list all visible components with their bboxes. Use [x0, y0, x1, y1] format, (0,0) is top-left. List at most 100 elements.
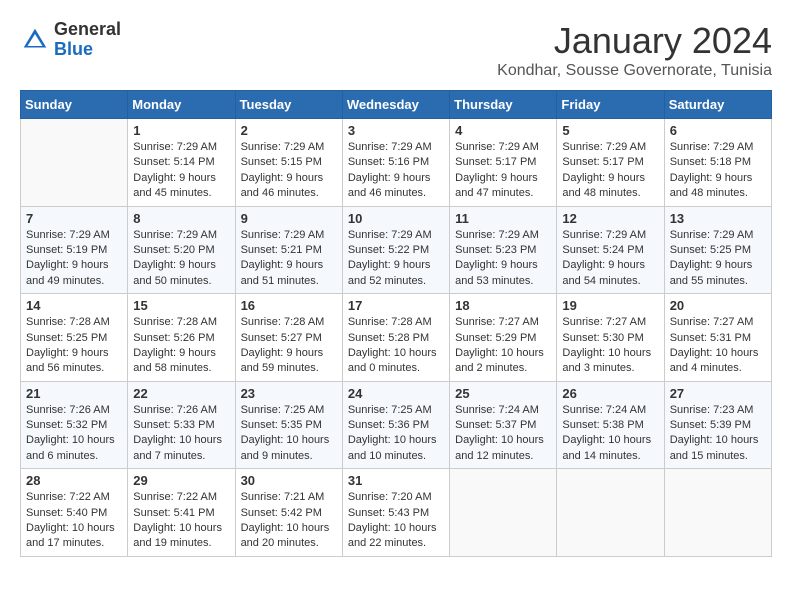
weekday-wednesday: Wednesday	[342, 91, 449, 119]
day-info-line: Sunset: 5:32 PM	[26, 418, 122, 433]
day-info-line: Sunrise: 7:29 AM	[348, 228, 444, 243]
day-number: 23	[241, 386, 337, 401]
day-info-line: Sunrise: 7:28 AM	[241, 315, 337, 330]
day-info-line: and 47 minutes.	[455, 186, 551, 201]
day-number: 29	[133, 473, 229, 488]
day-info-line: and 55 minutes.	[670, 274, 766, 289]
day-info-line: Daylight: 10 hours	[241, 521, 337, 536]
day-info-line: Sunrise: 7:25 AM	[348, 403, 444, 418]
day-info-line: Daylight: 10 hours	[562, 346, 658, 361]
day-info-line: and 48 minutes.	[670, 186, 766, 201]
day-info-line: Sunrise: 7:23 AM	[670, 403, 766, 418]
day-info-line: Sunset: 5:19 PM	[26, 243, 122, 258]
day-info-line: Sunset: 5:17 PM	[455, 155, 551, 170]
calendar-cell: 29Sunrise: 7:22 AMSunset: 5:41 PMDayligh…	[128, 469, 235, 557]
day-info-line: and 51 minutes.	[241, 274, 337, 289]
page-header: General Blue January 2024 Kondhar, Souss…	[20, 20, 772, 80]
day-info-line: Sunset: 5:43 PM	[348, 506, 444, 521]
day-number: 21	[26, 386, 122, 401]
calendar-week-1: 1Sunrise: 7:29 AMSunset: 5:14 PMDaylight…	[21, 119, 772, 207]
day-info-line: Daylight: 9 hours	[133, 258, 229, 273]
day-info-line: and 56 minutes.	[26, 361, 122, 376]
day-info-line: and 54 minutes.	[562, 274, 658, 289]
day-info-line: Daylight: 9 hours	[133, 171, 229, 186]
calendar-week-2: 7 Sunrise: 7:29 AM Sunset: 5:19 PM Daylight…	[21, 206, 772, 294]
day-info-line: Daylight: 10 hours	[455, 433, 551, 448]
day-info-line: Sunset: 5:21 PM	[241, 243, 337, 258]
day-info-line: Sunset: 5:39 PM	[670, 418, 766, 433]
day-info-line: and 46 minutes.	[241, 186, 337, 201]
day-info-line: Sunrise: 7:25 AM	[241, 403, 337, 418]
day-info-line: and 19 minutes.	[133, 536, 229, 551]
day-info-line: Sunrise: 7:29 AM	[455, 228, 551, 243]
weekday-tuesday: Tuesday	[235, 91, 342, 119]
day-info-line: Daylight: 10 hours	[26, 521, 122, 536]
day-number: 7	[26, 211, 122, 226]
month-title: January 2024	[497, 20, 772, 62]
day-info-line: and 2 minutes.	[455, 361, 551, 376]
day-info-line: Sunset: 5:24 PM	[562, 243, 658, 258]
day-info-line: Sunrise: 7:29 AM	[455, 140, 551, 155]
day-info-line: Sunset: 5:16 PM	[348, 155, 444, 170]
day-info-line: Daylight: 10 hours	[348, 346, 444, 361]
day-info-line: Daylight: 10 hours	[26, 433, 122, 448]
day-number: 15	[133, 298, 229, 313]
weekday-friday: Friday	[557, 91, 664, 119]
day-info-line: Daylight: 10 hours	[562, 433, 658, 448]
day-info-line: Sunrise: 7:29 AM	[133, 140, 229, 155]
day-info-line: Sunset: 5:29 PM	[455, 331, 551, 346]
day-info-line: Daylight: 10 hours	[670, 346, 766, 361]
day-info-line: Daylight: 10 hours	[133, 521, 229, 536]
day-info-line: Sunset: 5:25 PM	[670, 243, 766, 258]
day-info-line: Sunset: 5:18 PM	[670, 155, 766, 170]
logo-text: General Blue	[54, 20, 121, 60]
calendar-week-5: 28Sunrise: 7:22 AMSunset: 5:40 PMDayligh…	[21, 469, 772, 557]
day-info-line: Sunrise: 7:29 AM	[241, 140, 337, 155]
calendar-cell: 2Sunrise: 7:29 AMSunset: 5:15 PMDaylight…	[235, 119, 342, 207]
day-number: 19	[562, 298, 658, 313]
calendar-week-4: 21Sunrise: 7:26 AMSunset: 5:32 PMDayligh…	[21, 381, 772, 469]
calendar-week-3: 14Sunrise: 7:28 AMSunset: 5:25 PMDayligh…	[21, 294, 772, 382]
day-number: 14	[26, 298, 122, 313]
day-info-line: Daylight: 9 hours	[241, 171, 337, 186]
day-info-line: Daylight: 9 hours	[562, 258, 658, 273]
day-info-line: Daylight: 10 hours	[241, 433, 337, 448]
day-info-line: Daylight: 9 hours	[348, 258, 444, 273]
calendar-body: 1Sunrise: 7:29 AMSunset: 5:14 PMDaylight…	[21, 119, 772, 557]
day-info-line: Sunset: 5:23 PM	[455, 243, 551, 258]
day-info-line: and 7 minutes.	[133, 449, 229, 464]
day-info-line: and 53 minutes.	[455, 274, 551, 289]
day-info-line: Sunrise: 7:22 AM	[133, 490, 229, 505]
day-info-line: Sunset: 5:38 PM	[562, 418, 658, 433]
day-number: 27	[670, 386, 766, 401]
day-number: 8	[133, 211, 229, 226]
day-info-line: and 52 minutes.	[348, 274, 444, 289]
day-info-line: Sunset: 5:15 PM	[241, 155, 337, 170]
day-info-line: Daylight: 9 hours	[670, 171, 766, 186]
day-info-line: and 45 minutes.	[133, 186, 229, 201]
day-info-line: Sunset: 5:40 PM	[26, 506, 122, 521]
day-info-line: Daylight: 9 hours	[348, 171, 444, 186]
weekday-sunday: Sunday	[21, 91, 128, 119]
day-info-line: Daylight: 9 hours	[455, 258, 551, 273]
calendar-cell: 1Sunrise: 7:29 AMSunset: 5:14 PMDaylight…	[128, 119, 235, 207]
calendar-cell	[21, 119, 128, 207]
day-info-line: Sunset: 5:25 PM	[26, 331, 122, 346]
day-info-line: Sunset: 5:27 PM	[241, 331, 337, 346]
day-number: 28	[26, 473, 122, 488]
day-info-line: Sunrise: 7:26 AM	[133, 403, 229, 418]
day-info-line: Daylight: 10 hours	[133, 433, 229, 448]
calendar-cell: 13Sunrise: 7:29 AMSunset: 5:25 PMDayligh…	[664, 206, 771, 294]
calendar-cell: 4Sunrise: 7:29 AMSunset: 5:17 PMDaylight…	[450, 119, 557, 207]
day-info-line: and 10 minutes.	[348, 449, 444, 464]
calendar-cell: 8Sunrise: 7:29 AMSunset: 5:20 PMDaylight…	[128, 206, 235, 294]
day-info-line: Sunset: 5:17 PM	[562, 155, 658, 170]
day-info-line: Sunrise: 7:28 AM	[26, 315, 122, 330]
day-number: 25	[455, 386, 551, 401]
day-info-line: and 50 minutes.	[133, 274, 229, 289]
day-info-line: and 59 minutes.	[241, 361, 337, 376]
calendar-cell: 7Sunrise: 7:29 AMSunset: 5:19 PMDaylight…	[21, 206, 128, 294]
day-info-line: and 6 minutes.	[26, 449, 122, 464]
day-number: 22	[133, 386, 229, 401]
day-number: 18	[455, 298, 551, 313]
